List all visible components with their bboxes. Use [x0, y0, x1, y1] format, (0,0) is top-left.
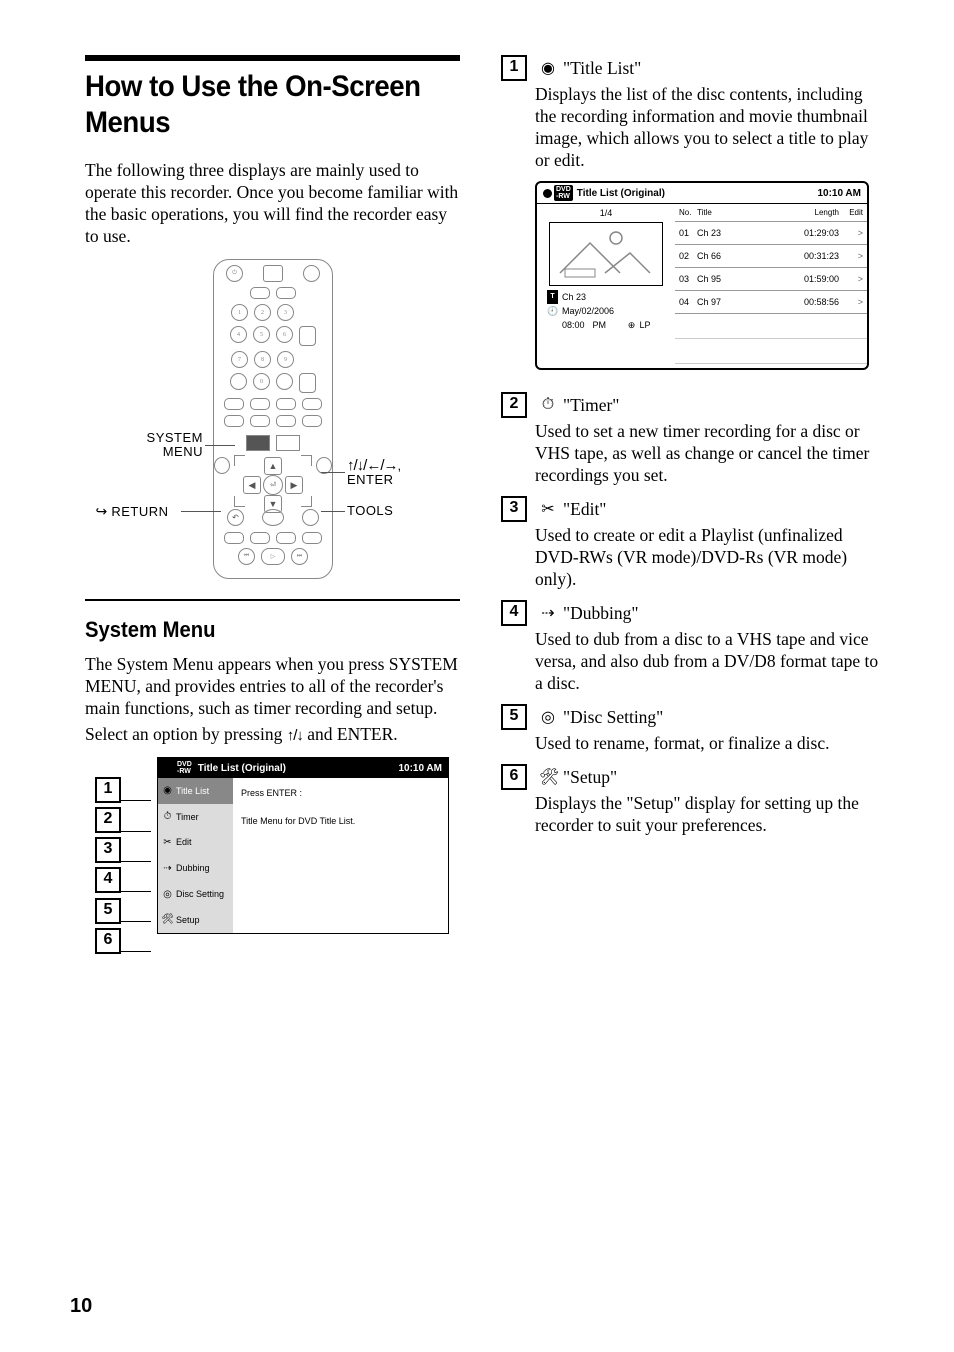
table-row: 03Ch 9501:59:00> — [675, 268, 867, 291]
tl-page: 1/4 — [541, 208, 671, 218]
item-num-1: 1 — [501, 55, 527, 81]
system-menu-heading: System Menu — [85, 617, 435, 643]
title-marker-icon: T — [547, 290, 558, 304]
table-row — [675, 339, 867, 364]
table-row: 04Ch 9700:58:56> — [675, 291, 867, 314]
edit-icon: ✂ — [162, 837, 173, 848]
dubbing-icon: ⇢ — [539, 603, 557, 623]
sm-item-setup: 🛠Setup — [158, 907, 233, 933]
intro-paragraph: The following three displays are mainly … — [85, 159, 465, 247]
page-number: 10 — [70, 1295, 92, 1318]
tl-col-no: No. — [679, 208, 697, 217]
dubbing-icon: ⇢ — [162, 863, 173, 874]
callout-5: 5 — [95, 898, 121, 924]
item-4-label: "Dubbing" — [563, 603, 639, 624]
label-enter: ENTER — [347, 472, 394, 487]
disc-icon: ◉ — [162, 785, 173, 796]
item-num-2: 2 — [501, 392, 527, 418]
remote-diagram: ⏻ 123 456 789 0 — [85, 259, 465, 589]
callout-6: 6 — [95, 928, 121, 954]
tl-header-time: 10:10 AM — [817, 188, 861, 199]
item-5-label: "Disc Setting" — [563, 707, 663, 728]
item-num-3: 3 — [501, 496, 527, 522]
tl-col-edit: Edit — [839, 208, 863, 217]
recmode-icon: ⊕ — [626, 318, 637, 332]
item-5-desc: Used to rename, format, or finalize a di… — [535, 732, 884, 754]
item-4-desc: Used to dub from a disc to a VHS tape an… — [535, 628, 884, 694]
tl-meta-ch: Ch 23 — [562, 290, 586, 304]
item-num-4: 4 — [501, 600, 527, 626]
clock-icon: 🕘 — [547, 304, 558, 318]
item-1-desc: Displays the list of the disc contents, … — [535, 83, 884, 171]
sm-item-dubbing: ⇢Dubbing — [158, 855, 233, 881]
sm-main-line1: Press ENTER : — [241, 788, 440, 798]
item-3-label: "Edit" — [563, 499, 606, 520]
system-menu-para2: Select an option by pressing ↑/↓ and ENT… — [85, 723, 465, 747]
item-3-desc: Used to create or edit a Playlist (unfin… — [535, 524, 884, 590]
sub-rule — [85, 599, 460, 601]
updown-icon: ↑/↓ — [287, 727, 303, 744]
tl-meta-date: May/02/2006 — [562, 304, 614, 318]
item-6-desc: Displays the "Setup" display for setting… — [535, 792, 884, 836]
item-1-label: "Title List" — [563, 58, 641, 79]
table-row: 02Ch 6600:31:23> — [675, 245, 867, 268]
table-row: 01Ch 2301:29:03> — [675, 222, 867, 245]
label-system-menu: SYSTEMMENU — [147, 430, 203, 459]
item-2-label: "Timer" — [563, 395, 619, 416]
setup-icon: 🛠 — [539, 767, 557, 787]
callout-1: 1 — [95, 777, 121, 803]
sm-header-title: Title List (Original) — [198, 763, 286, 774]
table-row — [675, 314, 867, 339]
tl-header-title: Title List (Original) — [577, 188, 665, 199]
timer-icon: ⏱ — [539, 396, 557, 414]
callout-3: 3 — [95, 837, 121, 863]
page-title: How to Use the On-Screen Menus — [85, 69, 435, 141]
item-6-label: "Setup" — [563, 767, 617, 788]
tl-meta-ampm: PM — [593, 318, 607, 332]
label-return: RETURN — [111, 504, 168, 519]
sm-main-line2: Title Menu for DVD Title List. — [241, 816, 440, 826]
tl-col-length: Length — [789, 208, 839, 217]
edit-icon: ✂ — [539, 499, 557, 519]
disc-icon: ◉ — [539, 58, 557, 78]
sm-header-time: 10:10 AM — [398, 763, 442, 774]
heading-rule — [85, 55, 460, 61]
item-num-5: 5 — [501, 704, 527, 730]
sm-item-title-list: ◉Title List — [158, 778, 233, 804]
disc-setting-icon: ◎ — [539, 707, 557, 727]
tl-col-title: Title — [697, 208, 789, 217]
title-list-figure: DVD-RW Title List (Original) 10:10 AM 1/… — [535, 181, 869, 370]
tl-thumbnail — [549, 222, 663, 286]
item-2-desc: Used to set a new timer recording for a … — [535, 420, 884, 486]
item-num-6: 6 — [501, 764, 527, 790]
callout-4: 4 — [95, 867, 121, 893]
return-icon: ↩ — [95, 503, 107, 520]
label-tools: TOOLS — [347, 503, 393, 518]
system-menu-para1: The System Menu appears when you press S… — [85, 653, 465, 719]
system-menu-figure: 1 2 3 4 5 6 DVD-RW Title List (Original)… — [95, 757, 465, 954]
sm-item-edit: ✂Edit — [158, 830, 233, 856]
callout-2: 2 — [95, 807, 121, 833]
tl-meta-mode: LP — [640, 320, 651, 330]
setup-icon: 🛠 — [162, 914, 173, 925]
sm-item-timer: ⏱Timer — [158, 804, 233, 830]
tl-meta-time: 08:00 — [562, 318, 585, 332]
disc-setting-icon: ◎ — [162, 889, 173, 900]
sm-item-disc-setting: ◎Disc Setting — [158, 881, 233, 907]
timer-icon: ⏱ — [162, 811, 173, 822]
